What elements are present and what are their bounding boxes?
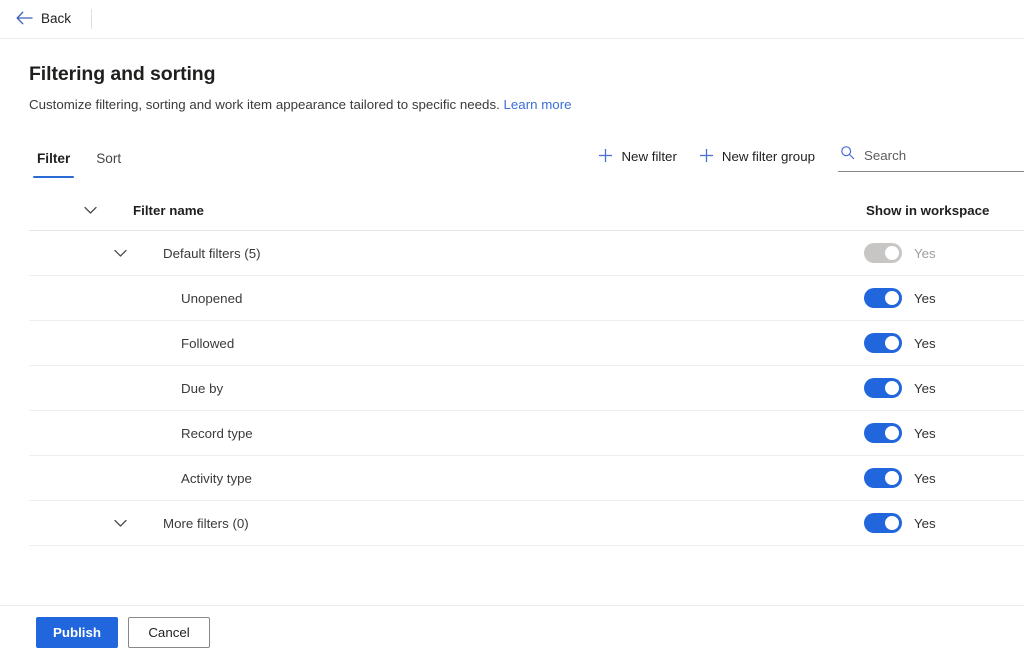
table-row: Default filters (5) Yes (29, 231, 1024, 276)
toggle-state-label: Yes (914, 470, 936, 486)
new-filter-group-label: New filter group (721, 149, 815, 164)
tab-sort[interactable]: Sort (88, 147, 129, 178)
row-toggle-cell: Yes (864, 423, 1024, 443)
show-in-workspace-toggle[interactable] (864, 288, 902, 308)
row-label: Unopened (181, 290, 243, 306)
back-button[interactable]: Back (10, 7, 77, 32)
row-name-cell: Followed (29, 336, 864, 351)
show-in-workspace-toggle[interactable] (864, 468, 902, 488)
show-in-workspace-toggle[interactable] (864, 513, 902, 533)
tab-list: Filter Sort (29, 147, 129, 178)
command-bar: Filter Sort New filter New filter group (0, 136, 1024, 178)
row-name-cell: Due by (29, 381, 864, 396)
new-filter-label: New filter (621, 149, 677, 164)
row-label: Followed (181, 335, 235, 351)
page-title: Filtering and sorting (29, 63, 216, 85)
table-row: Activity type Yes (29, 456, 1024, 501)
table-row: Followed Yes (29, 321, 1024, 366)
search-icon (840, 145, 855, 165)
row-label: Due by (181, 380, 224, 396)
chevron-down-icon[interactable] (106, 249, 134, 258)
footer-action-bar: Publish Cancel (0, 605, 1024, 658)
show-in-workspace-toggle (864, 243, 902, 263)
row-toggle-cell: Yes (864, 378, 1024, 398)
filter-name-header-label: Filter name (133, 203, 204, 218)
plus-icon (699, 148, 714, 166)
chevron-down-icon[interactable] (76, 206, 104, 215)
new-filter-button[interactable]: New filter (587, 143, 687, 171)
page-subtitle-text: Customize filtering, sorting and work it… (29, 97, 500, 112)
show-in-workspace-toggle[interactable] (864, 333, 902, 353)
table-header-row: Filter name Show in workspace (29, 191, 1024, 231)
cancel-button[interactable]: Cancel (128, 616, 211, 648)
row-label: Default filters (5) (163, 245, 261, 261)
search-input[interactable] (864, 147, 1022, 163)
tab-filter[interactable]: Filter (29, 147, 78, 178)
row-name-cell: Activity type (29, 471, 864, 486)
table-row: Unopened Yes (29, 276, 1024, 321)
back-label: Back (41, 11, 72, 27)
new-filter-group-button[interactable]: New filter group (688, 143, 826, 171)
toggle-state-label: Yes (914, 425, 936, 441)
toggle-state-label: Yes (914, 335, 936, 351)
top-back-bar: Back (0, 0, 1024, 39)
row-label: More filters (0) (163, 515, 249, 531)
row-name-cell: More filters (0) (29, 516, 864, 531)
table-row: Due by Yes (29, 366, 1024, 411)
column-header-show-in-workspace: Show in workspace (866, 203, 990, 218)
row-toggle-cell: Yes (864, 243, 1024, 263)
toggle-state-label: Yes (914, 515, 936, 531)
search-box[interactable] (838, 141, 1024, 172)
show-in-workspace-toggle[interactable] (864, 378, 902, 398)
table-row: More filters (0) Yes (29, 501, 1024, 546)
row-name-cell: Default filters (5) (29, 246, 864, 261)
row-name-cell: Unopened (29, 291, 864, 306)
row-name-cell: Record type (29, 426, 864, 441)
row-toggle-cell: Yes (864, 513, 1024, 533)
toggle-state-label: Yes (914, 245, 936, 261)
row-toggle-cell: Yes (864, 288, 1024, 308)
table-row: Record type Yes (29, 411, 1024, 456)
filters-table: Filter name Show in workspace Default fi… (0, 191, 1024, 546)
show-in-workspace-toggle[interactable] (864, 423, 902, 443)
command-actions: New filter New filter group (587, 141, 1024, 178)
page-subtitle: Customize filtering, sorting and work it… (29, 96, 995, 114)
column-header-filter-name: Filter name (29, 203, 864, 218)
row-toggle-cell: Yes (864, 333, 1024, 353)
toggle-state-label: Yes (914, 290, 936, 306)
page-heading-section: Filtering and sorting Customize filterin… (0, 39, 1024, 114)
plus-icon (598, 148, 613, 166)
arrow-left-icon (16, 11, 33, 28)
table-body: Default filters (5) Yes Unopened Yes Followe… (29, 231, 1024, 546)
row-label: Record type (181, 425, 253, 441)
back-divider (91, 9, 93, 29)
row-toggle-cell: Yes (864, 468, 1024, 488)
chevron-down-icon[interactable] (106, 519, 134, 528)
row-label: Activity type (181, 470, 252, 486)
toggle-state-label: Yes (914, 380, 936, 396)
learn-more-link[interactable]: Learn more (504, 97, 572, 112)
publish-button[interactable]: Publish (36, 616, 119, 648)
